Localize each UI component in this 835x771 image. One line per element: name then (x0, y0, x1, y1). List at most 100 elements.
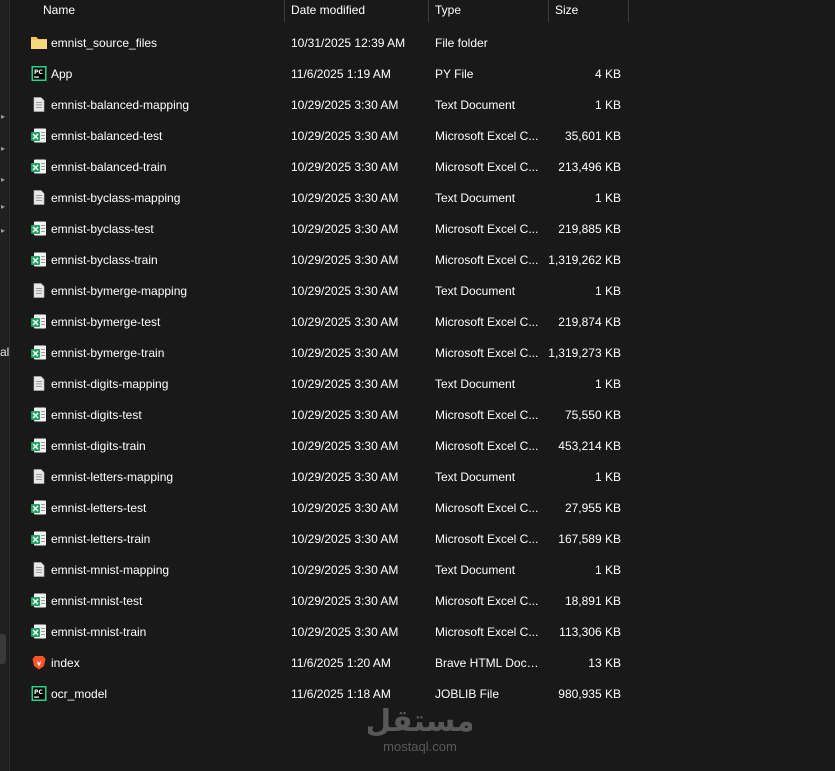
file-date-modified: 11/6/2025 1:20 AM (291, 656, 391, 670)
file-size: 1,319,273 KB (548, 346, 621, 360)
pin-icon[interactable]: ▸ (1, 145, 9, 153)
excel-csv-icon (31, 593, 47, 608)
file-name: emnist_source_files (51, 36, 158, 50)
file-date-modified: 10/29/2025 3:30 AM (291, 625, 399, 639)
svg-text:PC: PC (34, 689, 43, 696)
file-size: 167,589 KB (558, 532, 621, 546)
navigation-pane-item-label[interactable]: al (0, 345, 9, 359)
file-type: Microsoft Excel C... (435, 439, 539, 453)
text-document-icon (31, 469, 47, 484)
file-name: emnist-balanced-test (51, 129, 163, 143)
file-name: emnist-mnist-mapping (51, 563, 170, 577)
folder-icon (31, 35, 47, 50)
file-date-modified: 10/29/2025 3:30 AM (291, 222, 399, 236)
file-size: 1 KB (594, 284, 621, 298)
file-date-modified: 11/6/2025 1:19 AM (291, 67, 391, 81)
file-row[interactable]: emnist-bymerge-test 10/29/2025 3:30 AM Mic… (10, 306, 630, 337)
file-name: emnist-balanced-mapping (51, 98, 190, 112)
excel-csv-icon (31, 438, 47, 453)
file-date-modified: 10/29/2025 3:30 AM (291, 501, 399, 515)
file-row[interactable]: emnist-mnist-train 10/29/2025 3:30 AM Micr… (10, 616, 630, 647)
file-type: Microsoft Excel C... (435, 222, 539, 236)
file-type: Brave HTML Docu... (435, 656, 543, 670)
brave-icon (31, 655, 47, 670)
file-row[interactable]: emnist-digits-test 10/29/2025 3:30 AM Micr… (10, 399, 630, 430)
pycharm-icon: PC (31, 66, 47, 81)
column-header-size[interactable]: Size (555, 3, 625, 22)
file-size: 219,874 KB (558, 315, 621, 329)
column-divider[interactable] (628, 0, 629, 22)
file-size: 113,306 KB (559, 625, 621, 639)
column-header-type[interactable]: Type (435, 3, 545, 22)
file-row[interactable]: emnist-mnist-test 10/29/2025 3:30 AM Micro… (10, 585, 630, 616)
file-name: App (51, 67, 73, 81)
file-type: Microsoft Excel C... (435, 160, 539, 174)
file-size: 4 KB (594, 67, 621, 81)
file-row[interactable]: emnist-digits-mapping 10/29/2025 3:30 AM T… (10, 368, 630, 399)
file-row[interactable]: emnist-letters-train 10/29/2025 3:30 AM Mi… (10, 523, 630, 554)
pin-icon[interactable]: ▸ (1, 227, 9, 235)
file-row[interactable]: emnist-bymerge-mapping 10/29/2025 3:30 AM… (10, 275, 630, 306)
file-name: index (51, 656, 80, 670)
file-type: Text Document (435, 563, 516, 577)
file-row[interactable]: emnist-balanced-test 10/29/2025 3:30 AM Mi… (10, 120, 630, 151)
file-type: Text Document (435, 191, 516, 205)
file-row[interactable]: emnist-balanced-train 10/29/2025 3:30 AM M… (10, 151, 630, 182)
file-row[interactable]: emnist_source_files 10/31/2025 12:39 AM Fi… (10, 27, 630, 58)
column-header-name[interactable]: Name (43, 3, 283, 22)
excel-csv-icon (31, 624, 47, 639)
pin-icon[interactable]: ▸ (1, 176, 9, 184)
file-date-modified: 10/29/2025 3:30 AM (291, 377, 399, 391)
navigation-pane[interactable]: ▸ ▸ ▸ ▸ ▸ al (0, 0, 10, 771)
file-name: emnist-letters-mapping (51, 470, 174, 484)
file-date-modified: 10/29/2025 3:30 AM (291, 98, 399, 112)
file-row[interactable]: emnist-byclass-test 10/29/2025 3:30 AM Mic… (10, 213, 630, 244)
file-size: 1,319,262 KB (548, 253, 621, 267)
file-row[interactable]: emnist-letters-test 10/29/2025 3:30 AM Mic… (10, 492, 630, 523)
file-row[interactable]: PC App 11/6/2025 1:19 AM PY File 4 KB (10, 58, 630, 89)
navigation-pane-resize-handle[interactable] (0, 634, 6, 664)
file-date-modified: 10/29/2025 3:30 AM (291, 160, 399, 174)
text-document-icon (31, 283, 47, 298)
file-row[interactable]: emnist-byclass-mapping 10/29/2025 3:30 AM… (10, 182, 630, 213)
file-row[interactable]: index 11/6/2025 1:20 AM Brave HTML Docu...… (10, 647, 630, 678)
column-header-date-modified[interactable]: Date modified (291, 3, 426, 22)
file-type: Microsoft Excel C... (435, 129, 539, 143)
pin-icon[interactable]: ▸ (1, 203, 9, 211)
file-row[interactable]: emnist-byclass-train 10/29/2025 3:30 AM Mi… (10, 244, 630, 275)
column-divider[interactable] (428, 0, 429, 22)
file-name: emnist-mnist-train (51, 625, 147, 639)
file-type: Microsoft Excel C... (435, 315, 539, 329)
file-size: 980,935 KB (558, 687, 621, 701)
file-size: 219,885 KB (558, 222, 621, 236)
file-row[interactable]: emnist-letters-mapping 10/29/2025 3:30 AM… (10, 461, 630, 492)
file-type: Microsoft Excel C... (435, 253, 539, 267)
file-type: JOBLIB File (435, 687, 500, 701)
file-date-modified: 10/29/2025 3:30 AM (291, 253, 399, 267)
file-type: Microsoft Excel C... (435, 346, 539, 360)
file-row[interactable]: emnist-balanced-mapping 10/29/2025 3:30 A… (10, 89, 630, 120)
excel-csv-icon (31, 221, 47, 236)
pin-icon[interactable]: ▸ (1, 113, 9, 121)
file-name: emnist-mnist-test (51, 594, 143, 608)
file-type: Text Document (435, 284, 516, 298)
file-name: emnist-letters-train (51, 532, 151, 546)
svg-text:PC: PC (34, 69, 43, 76)
file-size: 1 KB (594, 98, 621, 112)
file-date-modified: 10/29/2025 3:30 AM (291, 439, 399, 453)
file-size: 35,601 KB (564, 129, 621, 143)
file-size: 1 KB (594, 563, 621, 577)
file-name: emnist-byclass-test (51, 222, 154, 236)
file-row[interactable]: emnist-bymerge-train 10/29/2025 3:30 AM Mi… (10, 337, 630, 368)
file-date-modified: 10/29/2025 3:30 AM (291, 315, 399, 329)
column-divider[interactable] (548, 0, 549, 22)
mostaql-watermark: مستقل mostaql.com (368, 702, 472, 762)
file-row[interactable]: emnist-digits-train 10/29/2025 3:30 AM Mic… (10, 430, 630, 461)
file-type: File folder (435, 36, 488, 50)
file-type: Microsoft Excel C... (435, 594, 539, 608)
file-type: Microsoft Excel C... (435, 408, 539, 422)
file-row[interactable]: PC ocr_model 11/6/2025 1:18 AM JOBLIB File 9… (10, 678, 630, 709)
column-divider[interactable] (284, 0, 285, 22)
file-list: emnist_source_files 10/31/2025 12:39 AM Fi… (10, 27, 630, 709)
file-row[interactable]: emnist-mnist-mapping 10/29/2025 3:30 AM Te… (10, 554, 630, 585)
